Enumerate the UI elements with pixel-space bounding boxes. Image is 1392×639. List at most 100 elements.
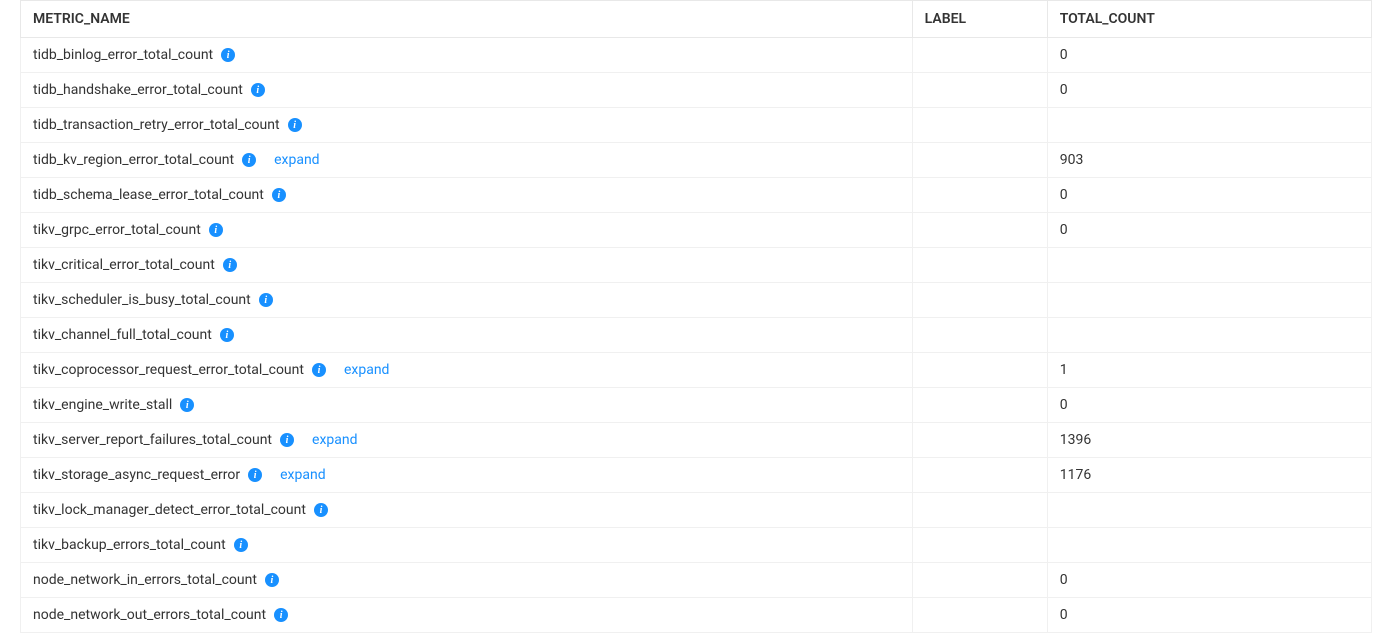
info-icon[interactable] [314, 503, 328, 517]
info-icon[interactable] [272, 188, 286, 202]
info-icon[interactable] [259, 293, 273, 307]
total-count-cell: 0 [1047, 73, 1371, 108]
label-cell [912, 353, 1047, 388]
info-icon[interactable] [221, 48, 235, 62]
label-cell [912, 143, 1047, 178]
total-count-cell: 0 [1047, 178, 1371, 213]
table-row: tidb_binlog_error_total_count 0 [21, 38, 1372, 73]
metric-name-cell: tikv_grpc_error_total_count [21, 213, 913, 248]
metric-name-cell: node_network_out_errors_total_count [21, 598, 913, 633]
info-icon[interactable] [288, 118, 302, 132]
label-cell [912, 178, 1047, 213]
table-row: tikv_critical_error_total_count [21, 248, 1372, 283]
table-row: tikv_coprocessor_request_error_total_cou… [21, 353, 1372, 388]
metric-name-text: tikv_coprocessor_request_error_total_cou… [33, 362, 304, 378]
metric-name-text: node_network_in_errors_total_count [33, 572, 257, 588]
label-cell [912, 563, 1047, 598]
label-cell [912, 318, 1047, 353]
total-count-cell [1047, 108, 1371, 143]
table-header-row: METRIC_NAME LABEL TOTAL_COUNT [21, 1, 1372, 38]
expand-link[interactable]: expand [344, 362, 389, 378]
metric-name-text: tikv_backup_errors_total_count [33, 537, 226, 553]
label-cell [912, 528, 1047, 563]
metric-name-cell: tikv_engine_write_stall [21, 388, 913, 423]
metric-name-text: tikv_server_report_failures_total_count [33, 432, 272, 448]
info-icon[interactable] [265, 573, 279, 587]
label-cell [912, 108, 1047, 143]
info-icon[interactable] [220, 328, 234, 342]
label-cell [912, 493, 1047, 528]
table-row: tidb_kv_region_error_total_countexpand 90… [21, 143, 1372, 178]
info-icon[interactable] [248, 468, 262, 482]
metric-name-text: tidb_handshake_error_total_count [33, 82, 243, 98]
table-row: tikv_lock_manager_detect_error_total_cou… [21, 493, 1372, 528]
metric-name-text: tikv_lock_manager_detect_error_total_cou… [33, 502, 306, 518]
info-icon[interactable] [234, 538, 248, 552]
info-icon[interactable] [251, 83, 265, 97]
label-cell [912, 388, 1047, 423]
label-cell [912, 38, 1047, 73]
metric-name-text: tikv_grpc_error_total_count [33, 222, 201, 238]
total-count-cell: 0 [1047, 213, 1371, 248]
table-row: node_network_out_errors_total_count 0 [21, 598, 1372, 633]
total-count-cell [1047, 248, 1371, 283]
metric-name-cell: tikv_scheduler_is_busy_total_count [21, 283, 913, 318]
info-icon[interactable] [312, 363, 326, 377]
table-row: tikv_channel_full_total_count [21, 318, 1372, 353]
total-count-cell [1047, 528, 1371, 563]
total-count-cell: 0 [1047, 388, 1371, 423]
table-row: tidb_handshake_error_total_count 0 [21, 73, 1372, 108]
table-row: tikv_grpc_error_total_count 0 [21, 213, 1372, 248]
metric-name-cell: tikv_server_report_failures_total_count e… [21, 423, 913, 458]
label-cell [912, 598, 1047, 633]
info-icon[interactable] [280, 433, 294, 447]
metric-name-cell: tidb_transaction_retry_error_total_count [21, 108, 913, 143]
metric-name-text: tikv_channel_full_total_count [33, 327, 212, 343]
expand-link[interactable]: expand [274, 152, 319, 168]
label-cell [912, 283, 1047, 318]
metric-name-cell: tikv_backup_errors_total_count [21, 528, 913, 563]
table-row: node_network_in_errors_total_count0 [21, 563, 1372, 598]
metric-name-text: tikv_scheduler_is_busy_total_count [33, 292, 251, 308]
table-row: tikv_scheduler_is_busy_total_count [21, 283, 1372, 318]
metric-name-cell: tikv_coprocessor_request_error_total_cou… [21, 353, 913, 388]
info-icon[interactable] [223, 258, 237, 272]
info-icon[interactable] [274, 608, 288, 622]
metric-name-cell: tikv_storage_async_request_error expand [21, 458, 913, 493]
total-count-cell: 0 [1047, 598, 1371, 633]
metrics-table: METRIC_NAME LABEL TOTAL_COUNT tidb_binlo… [20, 0, 1372, 633]
column-header-total-count: TOTAL_COUNT [1047, 1, 1371, 38]
label-cell [912, 73, 1047, 108]
label-cell [912, 248, 1047, 283]
expand-link[interactable]: expand [280, 467, 325, 483]
expand-link[interactable]: expand [312, 432, 357, 448]
metric-name-cell: tikv_lock_manager_detect_error_total_cou… [21, 493, 913, 528]
table-row: tikv_engine_write_stall 0 [21, 388, 1372, 423]
total-count-cell [1047, 283, 1371, 318]
total-count-cell: 0 [1047, 38, 1371, 73]
total-count-cell: 1396 [1047, 423, 1371, 458]
metric-name-text: node_network_out_errors_total_count [33, 607, 266, 623]
metric-name-text: tikv_engine_write_stall [33, 397, 172, 413]
label-cell [912, 423, 1047, 458]
metric-name-cell: tikv_critical_error_total_count [21, 248, 913, 283]
metric-name-text: tikv_storage_async_request_error [33, 467, 240, 483]
table-row: tidb_transaction_retry_error_total_count [21, 108, 1372, 143]
info-icon[interactable] [180, 398, 194, 412]
info-icon[interactable] [209, 223, 223, 237]
column-header-metric-name: METRIC_NAME [21, 1, 913, 38]
metric-name-text: tikv_critical_error_total_count [33, 257, 215, 273]
table-row: tikv_storage_async_request_errorexpand11… [21, 458, 1372, 493]
column-header-label: LABEL [912, 1, 1047, 38]
metric-name-cell: tidb_binlog_error_total_count [21, 38, 913, 73]
total-count-cell [1047, 318, 1371, 353]
label-cell [912, 458, 1047, 493]
metric-name-cell: tidb_handshake_error_total_count [21, 73, 913, 108]
total-count-cell: 1 [1047, 353, 1371, 388]
table-row: tikv_backup_errors_total_count [21, 528, 1372, 563]
metric-name-cell: tidb_kv_region_error_total_countexpand [21, 143, 913, 178]
total-count-cell: 903 [1047, 143, 1371, 178]
total-count-cell [1047, 493, 1371, 528]
info-icon[interactable] [242, 153, 256, 167]
metric-name-text: tidb_binlog_error_total_count [33, 47, 213, 63]
